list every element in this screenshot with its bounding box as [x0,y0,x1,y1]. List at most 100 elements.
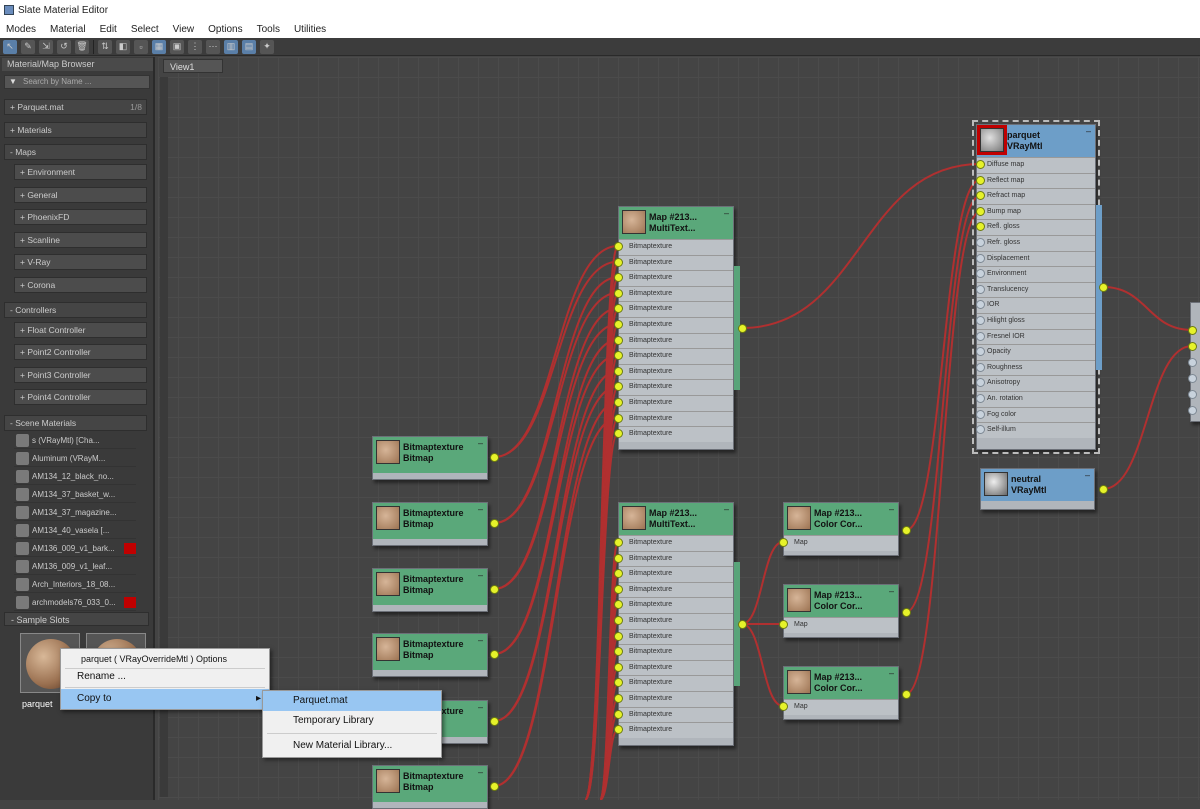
node-slot[interactable]: Displacement [977,250,1095,267]
socket-dot[interactable] [614,398,623,407]
socket-dot[interactable] [614,538,623,547]
socket-dot[interactable] [490,585,499,594]
controller-point2[interactable]: + Point2 Controller [14,344,147,360]
socket-dot[interactable] [614,257,623,267]
node-header[interactable]: Map #213... Color Cor... – [784,585,898,617]
node-slot[interactable]: Bitmaptexture [619,581,733,598]
collapse-icon[interactable]: – [478,570,483,581]
node-slot[interactable]: Bitmaptexture [619,254,733,271]
socket-dot[interactable] [738,324,747,333]
socket-dot[interactable] [976,253,985,263]
move-children-icon[interactable]: ⇅ [98,39,112,54]
group-scene-materials[interactable]: - Scene Materials [4,415,147,431]
node-slot[interactable]: Bitmaptexture [619,550,733,567]
node-slot[interactable]: Bitmaptexture [619,690,733,707]
socket-dot[interactable] [614,709,623,719]
node-slot[interactable]: Bitmaptexture [619,239,733,255]
socket-dot[interactable] [902,608,911,617]
scene-material-item[interactable]: AM136_009_v1_leaf... [14,558,136,575]
socket-dot[interactable] [1188,342,1197,351]
socket-dot[interactable] [614,242,623,251]
node-slot[interactable]: Environment [977,266,1095,282]
socket-dot[interactable] [976,206,985,216]
scene-material-item[interactable]: AM134_40_vasela [... [14,522,136,539]
menu-material[interactable]: Material [50,24,86,35]
menu-select[interactable]: Select [131,24,159,35]
scene-material-item[interactable]: AM134_37_magazine... [14,504,136,521]
multitexture-node[interactable]: Map #213... MultiText... – Bitmaptexture Bit… [618,206,734,450]
bitmap-node[interactable]: BitmaptextureBitmap – [372,765,488,809]
node-header[interactable]: BitmaptextureBitmap – [373,634,487,670]
node-slot[interactable]: Bitmaptexture [619,316,733,333]
menu-utilities[interactable]: Utilities [294,24,326,35]
reset-icon[interactable]: ↺ [57,39,71,54]
select-tool-icon[interactable]: ↖ [3,39,17,54]
node-slot[interactable]: Reflect map [977,172,1095,189]
node-header[interactable]: Map #213... Color Cor... – [784,503,898,535]
group-materials[interactable]: + Materials [4,122,147,138]
socket-dot[interactable] [976,160,985,169]
socket-dot[interactable] [614,320,623,329]
node-slot[interactable]: Bitmaptexture [619,394,733,411]
socket-dot[interactable] [738,620,747,629]
node-slot[interactable]: Diffuse map [977,157,1095,173]
socket-dot[interactable] [976,394,985,403]
library-parquet[interactable]: + Parquet.mat 1/8 [4,99,147,115]
controller-float[interactable]: + Float Controller [14,322,147,338]
node-slot[interactable]: Map [784,535,898,551]
socket-dot[interactable] [779,538,788,547]
socket-dot[interactable] [1188,390,1197,399]
color-correction-node[interactable]: Map #213... Color Cor... – Map [783,666,899,720]
collapse-icon[interactable]: – [478,635,483,646]
scene-material-item[interactable]: Arch_Interiors_18_08... [14,576,136,593]
node-slot[interactable]: Map [784,699,898,715]
collapse-icon[interactable]: – [889,504,894,515]
menu-options[interactable]: Options [208,24,242,35]
map-group-phoenixfd[interactable]: + PhoenixFD [14,209,147,225]
group-sample-slots[interactable]: - Sample Slots [4,612,149,626]
pick-material-icon[interactable]: ✎ [21,39,35,54]
socket-dot[interactable] [490,519,499,528]
socket-dot[interactable] [614,584,623,594]
socket-dot[interactable] [902,690,911,699]
socket-dot[interactable] [976,284,985,294]
socket-dot[interactable] [614,694,623,703]
bitmap-node[interactable]: BitmaptextureBitmap – [372,568,488,612]
node-slot[interactable]: An. rotation [977,390,1095,407]
map-group-vray[interactable]: + V-Ray [14,254,147,270]
socket-dot[interactable] [976,175,985,185]
map-group-corona[interactable]: + Corona [14,277,147,293]
collapse-icon[interactable]: – [478,438,483,449]
node-slot[interactable]: Bitmaptexture [619,426,733,442]
delete-icon[interactable]: 🗑 [75,39,89,54]
node-slot[interactable]: Refract map [977,188,1095,204]
show-background-icon[interactable]: ▦ [152,39,166,54]
socket-dot[interactable] [1188,358,1197,367]
node-slot[interactable]: Bitmaptexture [619,659,733,676]
node-slot[interactable]: Bitmaptexture [619,675,733,691]
scene-material-item[interactable]: s (VRayMtl) [Cha... [14,432,136,449]
node-slot[interactable]: Opacity [977,344,1095,360]
menu-edit[interactable]: Edit [100,24,117,35]
socket-dot[interactable] [779,702,788,711]
scene-material-item[interactable]: AM134_12_black_no... [14,468,136,485]
layout-all-icon[interactable]: ⋮ [188,39,202,54]
socket-dot[interactable] [614,335,623,345]
submenu-item-temporary-library[interactable]: Temporary Library [263,711,441,731]
node-slot[interactable]: Bitmaptexture [619,363,733,380]
rename-menu-item[interactable]: Rename ... [61,667,269,687]
color-correction-node[interactable]: Map #213... Color Cor... – Map [783,502,899,556]
node-slot[interactable]: Bitmaptexture [619,566,733,582]
socket-dot[interactable] [1099,283,1108,292]
collapse-icon[interactable]: – [1086,126,1091,137]
node-slot[interactable]: Refr. gloss [977,234,1095,251]
collapse-icon[interactable]: – [478,767,483,778]
node-header[interactable]: neutral VRayMtl – [981,469,1094,501]
submenu-item-parquet-mat[interactable]: Parquet.mat [263,691,441,711]
node-slot[interactable]: Map [784,617,898,633]
socket-dot[interactable] [1188,406,1197,415]
collapse-icon[interactable]: – [1085,470,1090,481]
socket-dot[interactable] [779,620,788,629]
map-group-general[interactable]: + General [14,187,147,203]
node-header[interactable]: BitmaptextureBitmap – [373,766,487,802]
